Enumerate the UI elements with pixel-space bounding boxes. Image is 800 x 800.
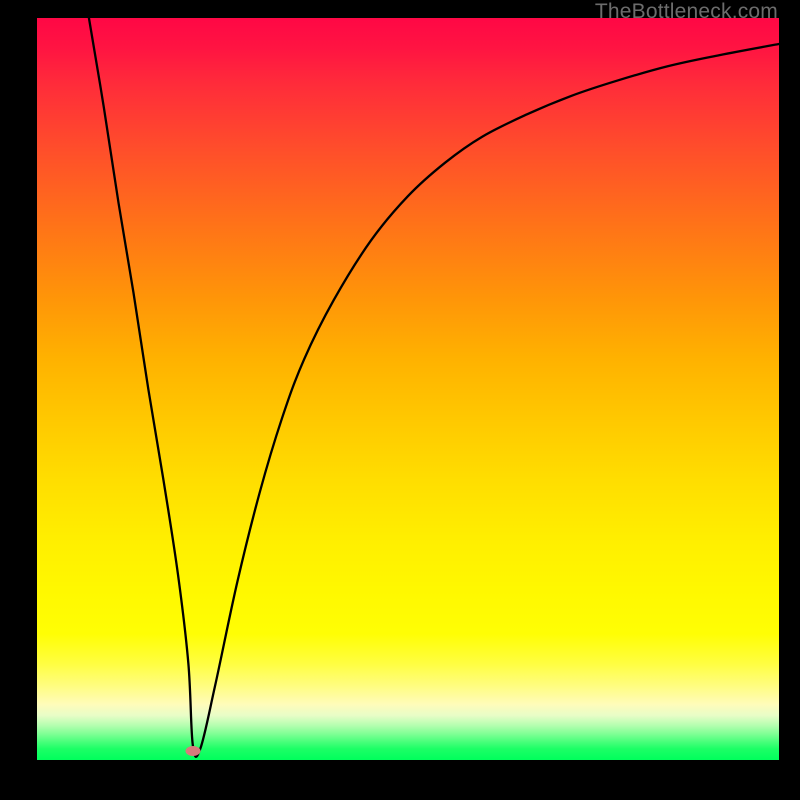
gradient-background (37, 18, 779, 760)
plot-area (37, 18, 779, 760)
chart-frame: TheBottleneck.com (0, 0, 800, 800)
